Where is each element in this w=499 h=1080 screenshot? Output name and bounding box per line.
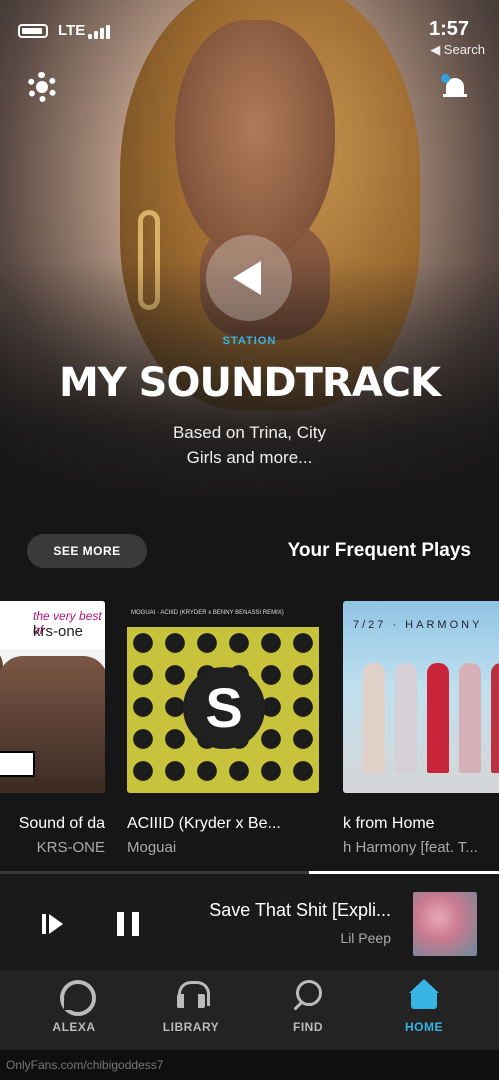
album-art: 7/27 · HARMONY — [343, 601, 499, 793]
alexa-icon — [58, 978, 96, 1016]
album-art-header: MOGUAI · ACIIID (KRYDER x BENNY BENASSI … — [131, 610, 284, 616]
album-art: MOGUAI · ACIIID (KRYDER x BENNY BENASSI … — [127, 601, 319, 793]
album-title: ACIIID (Kryder x Be... — [127, 815, 281, 832]
album-art-header: 7/27 · HARMONY — [353, 619, 483, 631]
album-artist: h Harmony [feat. T... — [343, 839, 478, 856]
find-icon — [292, 978, 324, 1010]
station-label: STATION — [222, 335, 277, 347]
library-icon — [175, 978, 210, 1010]
status-bar: LTE 1:57 ◀ Search — [0, 10, 499, 60]
notification-dot — [441, 74, 450, 83]
now-playing-artist: Lil Peep — [340, 930, 391, 946]
now-playing-title: Save That Shit [Expli... — [209, 900, 391, 920]
album-card[interactable]: MOGUAI · ACIIID (KRYDER x BENNY BENASSI … — [127, 601, 319, 856]
watermark: OnlyFans.com/chibigoddess7 — [6, 1058, 164, 1072]
bottom-nav: HOME FIND LIBRARY ALEXA — [0, 970, 499, 1050]
album-card[interactable]: 7/27 · HARMONY k from Home h Harmony [fe… — [343, 601, 499, 856]
see-more-button[interactable]: SEE MORE — [27, 534, 147, 568]
home-icon — [408, 978, 440, 1010]
album-title: Sound of da — [18, 815, 105, 832]
signal-icon — [88, 23, 110, 39]
station-title: MY SOUNDTRACK — [58, 360, 441, 406]
watermark-strip: OnlyFans.com/chibigoddess7 — [0, 1050, 499, 1080]
station-description-line: Based on Trina, City — [172, 423, 327, 442]
previous-icon[interactable] — [42, 914, 66, 934]
section-title: Your Frequent Plays — [287, 540, 471, 561]
nav-find[interactable]: FIND — [258, 978, 358, 1034]
album-artist: Moguai — [127, 839, 177, 856]
clock: 1:57 — [428, 18, 469, 40]
nav-label: ALEXA — [52, 1020, 96, 1034]
bell-icon[interactable] — [441, 74, 467, 100]
nav-home[interactable]: HOME — [374, 978, 474, 1034]
frequent-plays-carousel[interactable]: 7/27 · HARMONY k from Home h Harmony [fe… — [0, 601, 499, 871]
play-icon[interactable] — [206, 235, 292, 321]
nav-label: LIBRARY — [162, 1020, 220, 1034]
gear-icon[interactable] — [27, 72, 57, 102]
pause-icon[interactable] — [117, 912, 139, 936]
station-description-line: Girls and more... — [186, 448, 313, 467]
parental-advisory-icon — [0, 751, 35, 777]
album-card[interactable]: the very best of krs-one Sound of da KRS… — [0, 601, 105, 856]
station-description: Based on Trina, City Girls and more... — [0, 420, 499, 470]
nav-label: HOME — [405, 1020, 443, 1034]
nav-library[interactable]: LIBRARY — [141, 978, 241, 1034]
now-playing-art — [413, 892, 477, 956]
album-title: k from Home — [343, 815, 435, 832]
album-art-name: krs-one — [33, 623, 84, 640]
label-logo — [183, 667, 265, 749]
back-to-search-link[interactable]: ◀ Search — [430, 42, 485, 58]
battery-icon — [18, 24, 48, 38]
nav-label: FIND — [293, 1020, 323, 1034]
nav-alexa[interactable]: ALEXA — [24, 978, 124, 1034]
mini-player[interactable]: Save That Shit [Expli... Lil Peep — [0, 874, 499, 970]
album-art: the very best of krs-one — [0, 601, 105, 793]
network-label: LTE — [58, 22, 86, 39]
album-artist: KRS-ONE — [36, 839, 105, 856]
